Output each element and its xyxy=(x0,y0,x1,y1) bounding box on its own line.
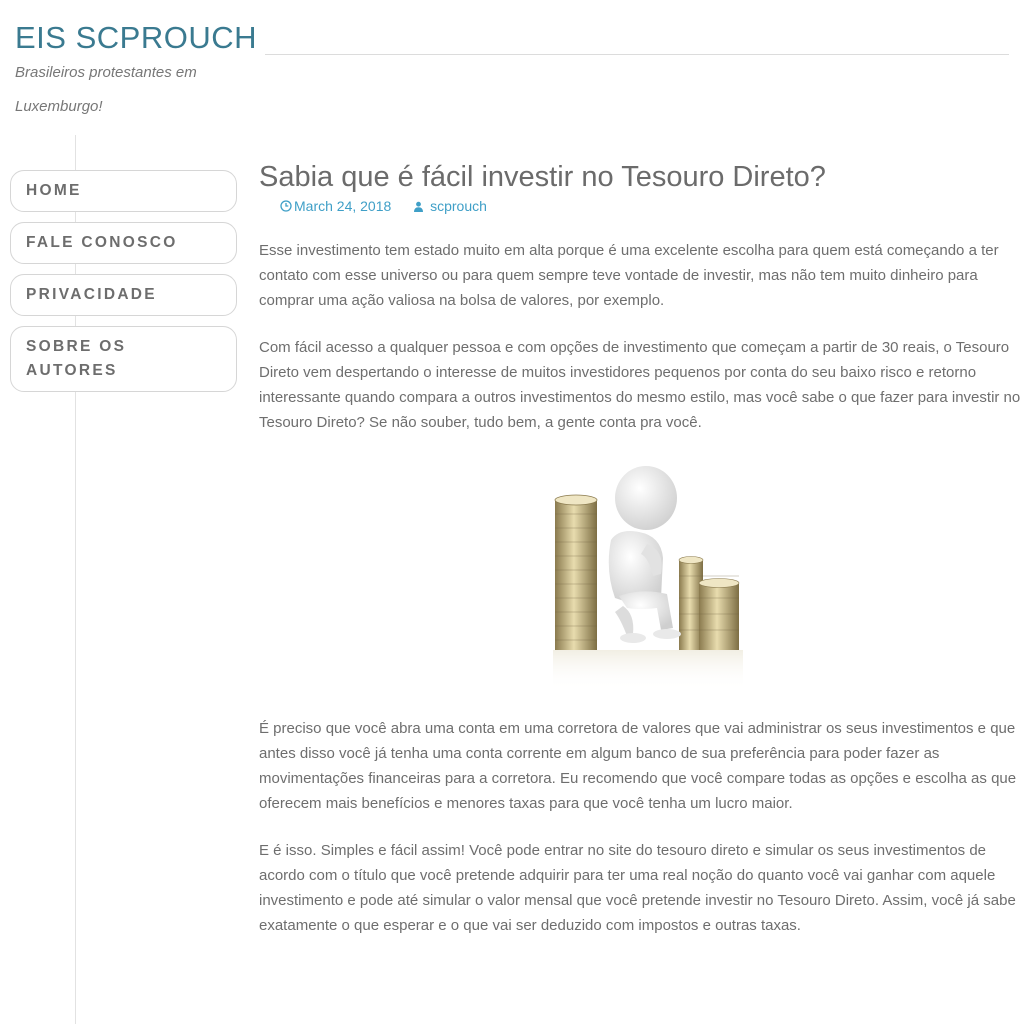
post-title: Sabia que é fácil investir no Tesouro Di… xyxy=(259,161,826,193)
main-navigation: HOME FALE CONOSCO PRIVACIDADE SOBRE OS A… xyxy=(10,170,237,402)
clock-icon xyxy=(280,200,292,212)
post-date: March 24, 2018 xyxy=(294,198,392,214)
post-paragraph: Esse investimento tem estado muito em al… xyxy=(259,242,999,309)
post-paragraph: É preciso que você abra uma conta em uma… xyxy=(259,720,1017,812)
post-date-link[interactable]: March 24, 2018 xyxy=(280,197,391,215)
user-icon xyxy=(414,201,424,212)
post-author-link[interactable]: scprouch xyxy=(413,197,487,215)
header-divider xyxy=(265,54,1009,55)
nav-item-sobre-os-autores[interactable]: SOBRE OS AUTORES xyxy=(10,326,237,392)
nav-item-privacidade[interactable]: PRIVACIDADE xyxy=(10,274,237,316)
nav-item-home[interactable]: HOME xyxy=(10,170,237,212)
nav-item-fale-conosco[interactable]: FALE CONOSCO xyxy=(10,222,237,264)
site-tagline: Brasileiros protestantes em Luxemburgo! xyxy=(15,64,197,115)
post-article: Sabia que é fácil investir no Tesouro Di… xyxy=(259,158,1024,938)
post-author: scprouch xyxy=(430,198,487,214)
post-paragraph: E é isso. Simples e fácil assim! Você po… xyxy=(259,842,1016,934)
post-meta: March 24, 2018 scprouch xyxy=(259,197,1024,215)
site-title[interactable]: EIS SCPROUCH xyxy=(15,20,257,56)
post-paragraph: Com fácil acesso a qualquer pessoa e com… xyxy=(259,339,1021,431)
post-image-thinking-figure-coins xyxy=(549,458,749,694)
